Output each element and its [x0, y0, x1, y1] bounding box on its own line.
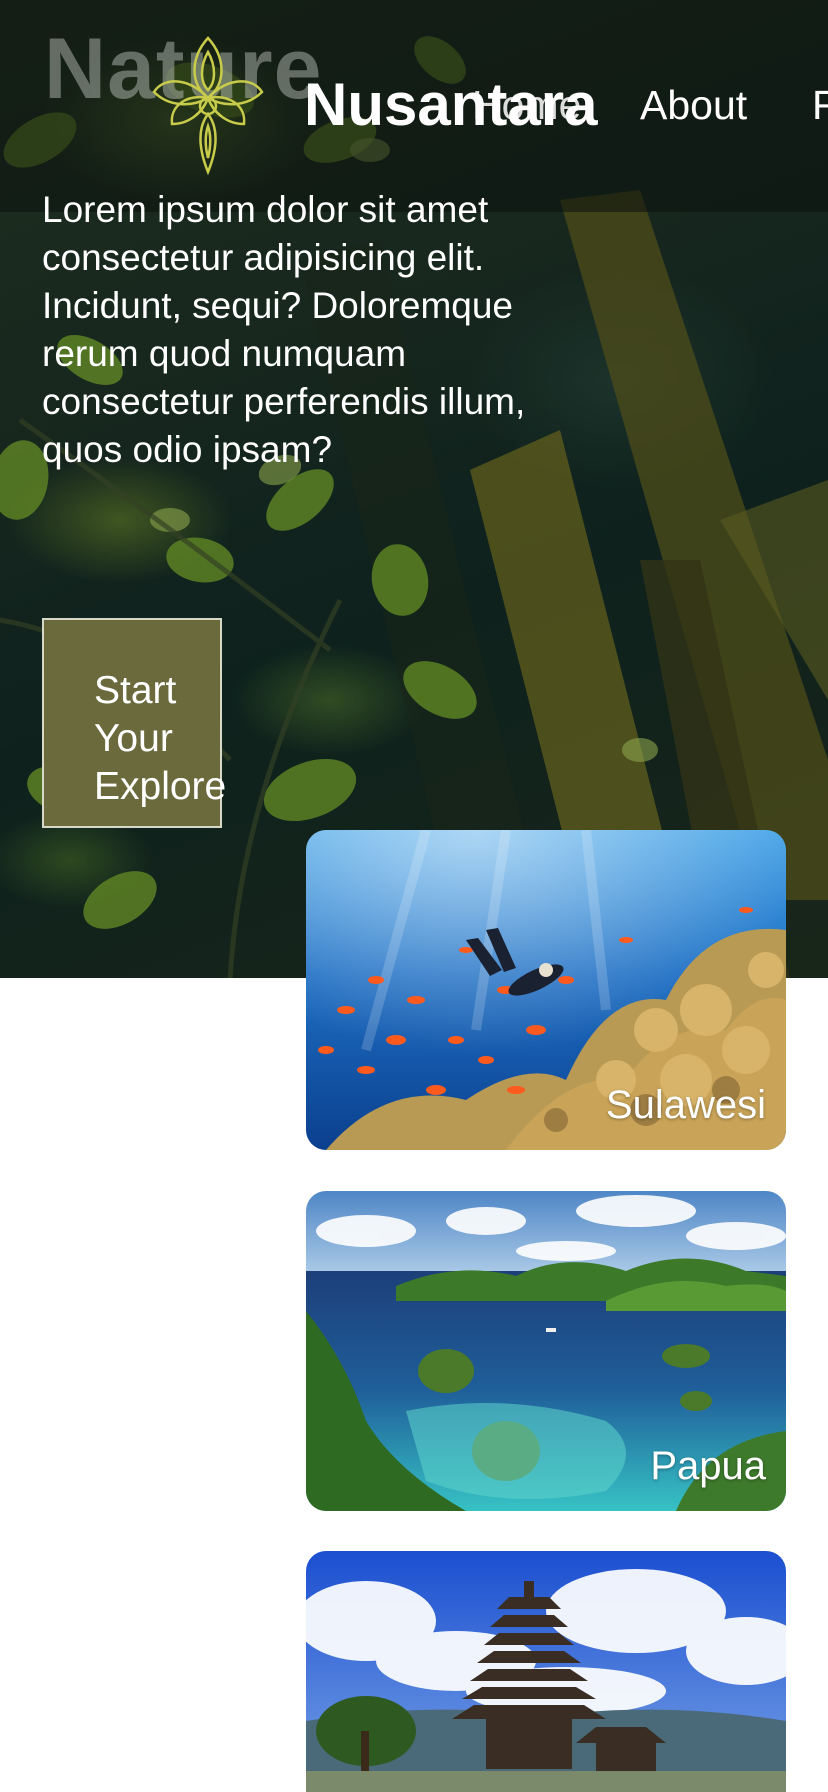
destination-label: Papua	[650, 1444, 766, 1488]
cta-line-3: Explore	[94, 765, 227, 808]
nav-link-cutoff[interactable]: F	[812, 82, 828, 129]
destination-label: Sulawesi	[605, 1083, 766, 1127]
page: Nature Nusantara Home About F Lorem ipsu…	[0, 0, 828, 1792]
lotus-logo-icon[interactable]	[150, 34, 266, 176]
start-explore-button[interactable]: Start Your Explore	[42, 618, 227, 828]
cta-line-1: Start	[94, 669, 177, 712]
hero-paragraph: Lorem ipsum dolor sit amet consectetur a…	[42, 189, 526, 470]
destination-card-sulawesi[interactable]: Sulawesi	[306, 830, 786, 1150]
temple-image	[306, 1551, 786, 1792]
cta-line-2: Your	[94, 717, 173, 760]
destination-card-papua[interactable]: Papua	[306, 1191, 786, 1511]
nav-link-about[interactable]: About	[640, 82, 747, 129]
destination-card-temple[interactable]	[306, 1551, 786, 1792]
nav-link-home[interactable]: Home	[472, 82, 581, 129]
navbar: Nature Nusantara Home About F	[0, 0, 828, 212]
